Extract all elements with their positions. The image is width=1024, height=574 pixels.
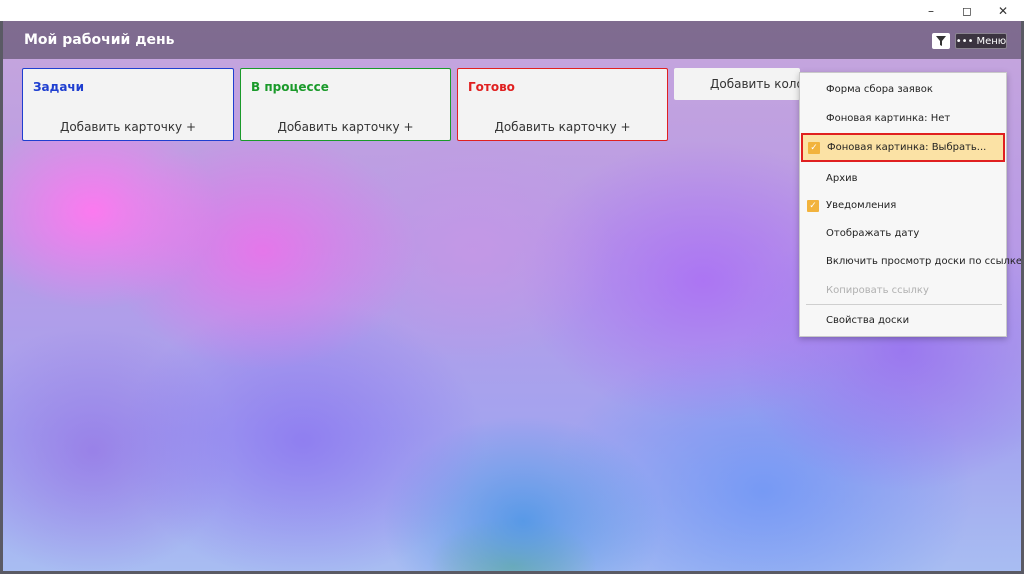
board-menu-dropdown: Форма сбора заявок Фоновая картинка: Нет…	[799, 72, 1021, 337]
menu-item-notifications[interactable]: ✓ Уведомления	[800, 192, 1006, 220]
menu-item-request-form[interactable]: Форма сбора заявок	[800, 76, 1006, 104]
add-card-button[interactable]: Добавить карточку +	[241, 120, 450, 134]
menu-button-label: Меню	[976, 35, 1007, 47]
add-card-button[interactable]: Добавить карточку +	[458, 120, 667, 134]
maximize-button[interactable]: ◻	[950, 0, 984, 21]
column-title[interactable]: В процессе	[251, 80, 329, 94]
filter-button[interactable]	[932, 33, 950, 49]
more-dots-icon: •••	[955, 35, 974, 47]
checkmark-icon: ✓	[807, 200, 819, 212]
menu-item-archive[interactable]: Архив	[800, 165, 1006, 193]
menu-item-background-none[interactable]: Фоновая картинка: Нет	[800, 105, 1006, 133]
menu-item-copy-link: Копировать ссылку	[826, 285, 929, 296]
menu-separator	[806, 304, 1002, 305]
column-title[interactable]: Готово	[468, 80, 515, 94]
menu-button[interactable]: ••• Меню	[955, 33, 1007, 49]
column-in-progress: В процессе Добавить карточку +	[240, 68, 451, 141]
filter-icon	[936, 36, 946, 46]
column-title[interactable]: Задачи	[33, 80, 84, 94]
board-area: Мой рабочий день ••• Меню Задачи Добавит…	[0, 21, 1024, 574]
board-header: Мой рабочий день ••• Меню	[3, 21, 1021, 59]
add-column-button[interactable]: Добавить колонку	[674, 68, 800, 100]
menu-item-background-choose[interactable]: ✓ Фоновая картинка: Выбрать...	[801, 133, 1005, 162]
add-column-label: Добавить колонку	[710, 77, 800, 91]
column-tasks: Задачи Добавить карточку +	[22, 68, 234, 141]
add-card-button[interactable]: Добавить карточку +	[23, 120, 233, 134]
menu-item-enable-link-view[interactable]: Включить просмотр доски по ссылке	[800, 248, 1021, 276]
menu-item-board-properties[interactable]: Свойства доски	[800, 307, 1006, 335]
column-done: Готово Добавить карточку +	[457, 68, 668, 141]
board-title: Мой рабочий день	[24, 32, 175, 48]
window-title-bar: – ◻ ✕	[0, 0, 1024, 21]
menu-item-show-date[interactable]: Отображать дату	[800, 220, 1006, 248]
close-button[interactable]: ✕	[986, 0, 1020, 21]
checkmark-icon: ✓	[808, 142, 820, 154]
minimize-button[interactable]: –	[914, 0, 948, 21]
